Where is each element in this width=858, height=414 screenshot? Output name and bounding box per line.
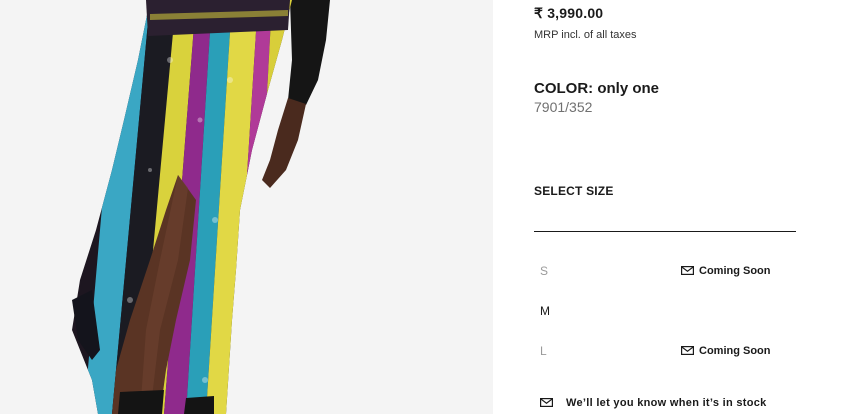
mail-icon (681, 346, 694, 355)
size-label: M (540, 304, 550, 318)
coming-soon-label: Coming Soon (699, 345, 771, 357)
mail-icon (540, 398, 553, 407)
size-label: L (540, 344, 547, 358)
size-option-s[interactable]: S Coming Soon (534, 259, 796, 283)
size-label: S (540, 264, 549, 278)
select-size-heading: SELECT SIZE (534, 184, 614, 198)
size-option-m[interactable]: M (534, 299, 796, 323)
product-image[interactable] (0, 0, 493, 414)
notify-in-stock-link[interactable]: We’ll let you know when it’s in stock (540, 397, 767, 409)
product-details: ₹ 3,990.00 MRP incl. of all taxes COLOR:… (534, 0, 796, 414)
coming-soon-label: Coming Soon (699, 265, 771, 277)
mail-icon (681, 266, 694, 275)
product-page: ₹ 3,990.00 MRP incl. of all taxes COLOR:… (0, 0, 858, 414)
color-label: COLOR: only one (534, 80, 659, 97)
product-code: 7901/352 (534, 99, 593, 115)
tax-note: MRP incl. of all taxes (534, 29, 637, 41)
size-divider (534, 231, 796, 232)
size-option-l[interactable]: L Coming Soon (534, 339, 796, 363)
coming-soon-notice[interactable]: Coming Soon (681, 345, 771, 357)
notify-label: We’ll let you know when it’s in stock (566, 397, 767, 409)
coming-soon-notice[interactable]: Coming Soon (681, 265, 771, 277)
product-price: ₹ 3,990.00 (534, 5, 604, 21)
